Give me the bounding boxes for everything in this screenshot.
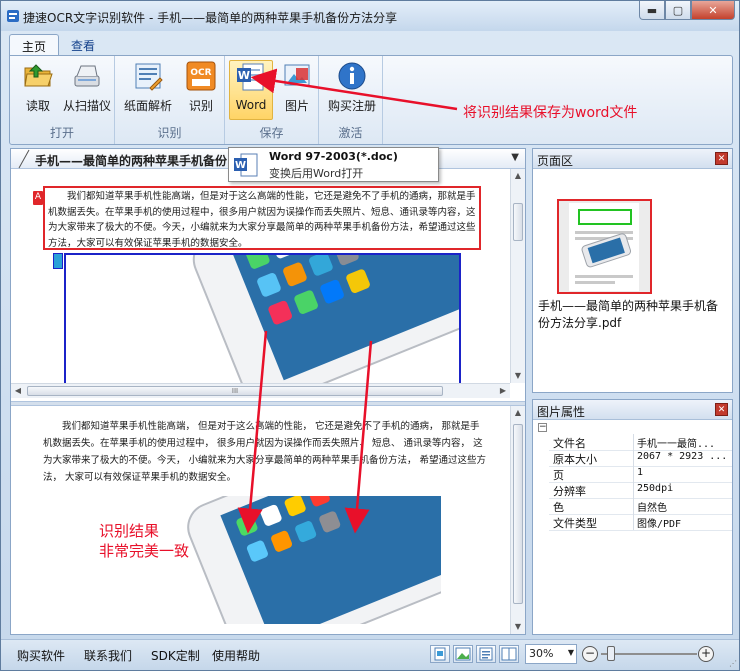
status-bar: 购买软件 联系我们 SDK定制 使用帮助 30% ▼ − + ⋰ bbox=[1, 639, 739, 670]
contact-us-link[interactable]: 联系我们 bbox=[84, 647, 132, 664]
help-link[interactable]: 使用帮助 bbox=[212, 647, 260, 664]
property-row[interactable]: 色 自然色 bbox=[533, 498, 732, 514]
ocr-icon: OCR bbox=[186, 61, 216, 91]
source-vscroll-thumb[interactable] bbox=[513, 203, 523, 241]
pages-pane: 页面区 ✕ 手机——最简单的两种苹果手机备份方法分享.pdf bbox=[532, 148, 733, 393]
annotation-result-note: 识别结果 非常完美一致 bbox=[99, 522, 190, 560]
info-icon bbox=[338, 62, 366, 90]
read-button[interactable]: 读取 bbox=[16, 60, 60, 114]
dropdown-arrow-icon[interactable]: ▼ bbox=[511, 152, 519, 163]
sdk-custom-link[interactable]: SDK定制 bbox=[151, 647, 200, 664]
zoom-in-button[interactable]: + bbox=[698, 646, 714, 662]
group-open: 读取 从扫描仪 打开 bbox=[10, 56, 115, 144]
document-pane: 手机——最简单的两种苹果手机备份 ▼ A 我们都知道苹果手机性能高端，但是对于这… bbox=[10, 148, 526, 635]
zoom-slider-track[interactable] bbox=[601, 653, 697, 655]
scanner-icon bbox=[74, 65, 100, 87]
page-thumbnail[interactable] bbox=[557, 199, 652, 294]
text-view-icon bbox=[479, 647, 493, 661]
result-view[interactable]: 我们都知道苹果手机性能高端， 但是对于这么高端的性能， 它还是避免不了手机的通病… bbox=[11, 406, 525, 634]
ribbon: 读取 从扫描仪 打开 纸面解析 OCR 识别 识别 W Word 图片 保存 购… bbox=[9, 55, 733, 145]
single-page-icon bbox=[434, 647, 446, 661]
window-title: 捷速OCR文字识别软件 - 手机——最简单的两种苹果手机备份方法分享 bbox=[23, 11, 398, 25]
zoom-slider-thumb[interactable] bbox=[607, 646, 615, 661]
group-save-label: 保存 bbox=[259, 126, 284, 140]
word-doc-icon: W bbox=[237, 63, 264, 91]
source-text-region[interactable]: 我们都知道苹果手机性能高端，但是对于这么高端的性能，它还是避免不了手机的通病，那… bbox=[43, 186, 481, 250]
source-hscroll[interactable]: ◀ III ▶ bbox=[11, 383, 510, 398]
source-hscroll-thumb[interactable]: III bbox=[27, 386, 443, 396]
split-view-icon bbox=[501, 647, 517, 661]
group-save: W Word 图片 保存 bbox=[225, 56, 319, 144]
iphone-image bbox=[192, 255, 459, 387]
folder-open-icon bbox=[24, 64, 53, 87]
svg-text:W: W bbox=[238, 69, 250, 82]
source-view[interactable]: A 我们都知道苹果手机性能高端，但是对于这么高端的性能，它还是避免不了手机的通病… bbox=[11, 169, 525, 401]
property-row[interactable]: 分辨率 250dpi bbox=[533, 482, 732, 498]
picture-icon bbox=[284, 64, 310, 86]
property-row[interactable]: 文件名 手机一一最简... bbox=[533, 434, 732, 450]
word-format-label: Word 97-2003(*.doc) bbox=[269, 150, 398, 163]
property-row[interactable]: 原本大小 2067 * 2923 ... bbox=[533, 450, 732, 466]
word-doc-small-icon: W bbox=[234, 153, 258, 177]
save-word-dropdown[interactable]: W Word 97-2003(*.doc) 变换后用Word打开 bbox=[228, 147, 439, 182]
image-region-marker-icon[interactable] bbox=[53, 253, 63, 269]
close-button[interactable]: ✕ bbox=[691, 1, 735, 20]
save-word-button[interactable]: W Word bbox=[229, 60, 273, 120]
zoom-select[interactable]: 30% ▼ bbox=[525, 644, 577, 664]
property-row[interactable]: 文件类型 图像/PDF bbox=[533, 514, 732, 530]
pages-pane-title: 页面区 bbox=[537, 154, 574, 168]
source-image-region[interactable] bbox=[64, 253, 461, 389]
document-title: 手机——最简单的两种苹果手机备份 bbox=[35, 154, 228, 168]
result-text[interactable]: 我们都知道苹果手机性能高端， 但是对于这么高端的性能， 它还是避免不了手机的通病… bbox=[43, 418, 487, 486]
thumbnail-filename: 手机——最简单的两种苹果手机备份方法分享.pdf bbox=[538, 299, 719, 330]
result-vscroll[interactable]: ▲ ▼ bbox=[510, 406, 525, 634]
text-region-marker-icon[interactable]: A bbox=[33, 191, 43, 205]
group-open-label: 打开 bbox=[49, 126, 74, 140]
ribbon-tabs: 主页 查看 bbox=[9, 34, 107, 56]
buy-register-button[interactable]: 购买注册 bbox=[327, 60, 377, 114]
properties-pane-title: 图片属性 bbox=[537, 405, 586, 419]
group-activate-label: 激活 bbox=[338, 126, 363, 140]
view-split-button[interactable] bbox=[499, 645, 519, 663]
minimize-button[interactable]: ▬ bbox=[639, 1, 665, 20]
source-vscroll[interactable]: ▲ ▼ bbox=[510, 169, 525, 383]
image-view-icon bbox=[455, 647, 471, 661]
properties-pane-header: 图片属性 ✕ bbox=[533, 400, 732, 420]
property-row[interactable]: 页 1 bbox=[533, 466, 732, 482]
pages-pane-header: 页面区 ✕ bbox=[533, 149, 732, 169]
tab-corner-icon bbox=[18, 149, 30, 169]
app-window: 捷速OCR文字识别软件 - 手机——最简单的两种苹果手机备份方法分享 ▬ ▢ ✕… bbox=[0, 0, 740, 671]
paper-parse-icon bbox=[135, 63, 163, 91]
app-icon bbox=[7, 10, 19, 22]
scanner-button[interactable]: 从扫描仪 bbox=[62, 60, 112, 114]
group-activate: 购买注册 激活 bbox=[319, 56, 383, 144]
close-icon[interactable]: ✕ bbox=[715, 403, 728, 416]
tab-home[interactable]: 主页 bbox=[9, 34, 60, 56]
view-single-page-button[interactable] bbox=[430, 645, 450, 663]
result-vscroll-thumb[interactable] bbox=[513, 424, 523, 604]
buy-software-link[interactable]: 购买软件 bbox=[17, 647, 65, 664]
resize-grip-icon[interactable]: ⋰ bbox=[729, 659, 737, 668]
svg-text:OCR: OCR bbox=[190, 68, 211, 78]
view-text-button[interactable] bbox=[476, 645, 496, 663]
group-recognize: 纸面解析 OCR 识别 识别 bbox=[115, 56, 225, 144]
properties-pane: 图片属性 ✕ − 文件名 手机一一最简... 原本大小 2067 * 2923 … bbox=[532, 399, 733, 635]
annotation-save-note: 将识别结果保存为word文件 bbox=[463, 105, 638, 121]
group-recognize-label: 识别 bbox=[157, 126, 182, 140]
title-bar: 捷速OCR文字识别软件 - 手机——最简单的两种苹果手机备份方法分享 ▬ ▢ ✕ bbox=[1, 1, 739, 31]
close-icon[interactable]: ✕ bbox=[715, 152, 728, 165]
zoom-out-button[interactable]: − bbox=[582, 646, 598, 662]
svg-text:W: W bbox=[235, 160, 246, 171]
chevron-down-icon: ▼ bbox=[567, 648, 574, 657]
tab-view[interactable]: 查看 bbox=[59, 34, 107, 56]
recognize-button[interactable]: OCR 识别 bbox=[179, 60, 223, 114]
collapse-icon[interactable]: − bbox=[538, 423, 547, 432]
save-picture-button[interactable]: 图片 bbox=[275, 60, 319, 114]
paper-parse-button[interactable]: 纸面解析 bbox=[123, 60, 173, 114]
maximize-button[interactable]: ▢ bbox=[665, 1, 691, 20]
view-image-button[interactable] bbox=[453, 645, 473, 663]
word-format-desc: 变换后用Word打开 bbox=[269, 167, 364, 180]
